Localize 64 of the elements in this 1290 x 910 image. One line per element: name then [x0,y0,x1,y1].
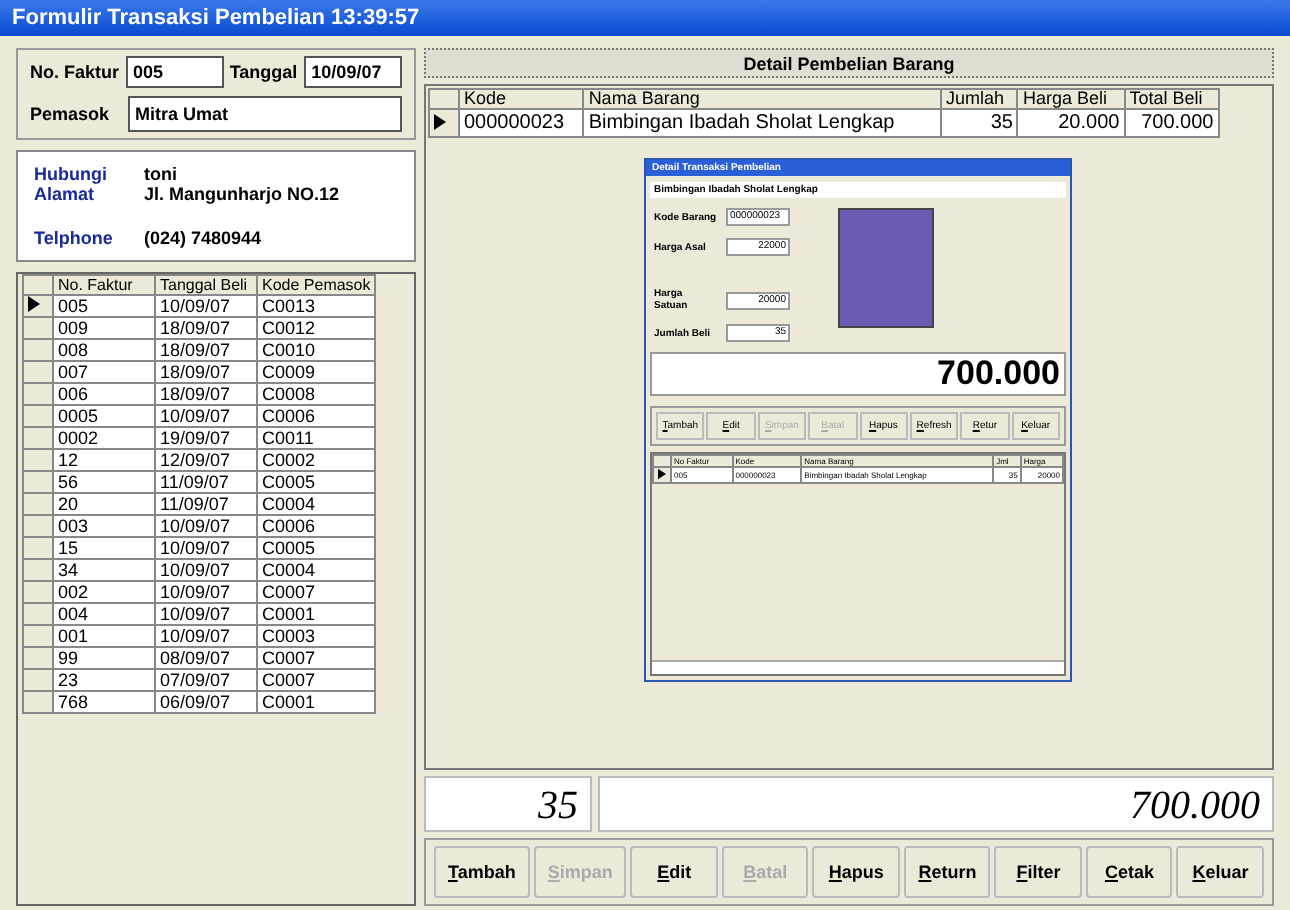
faktur-row[interactable]: 23 07/09/07 C0007 [23,669,376,691]
horizontal-scrollbar[interactable] [652,660,1064,674]
faktur-row[interactable]: 20 11/09/07 C0004 [23,493,376,515]
table-cell: 000000023 [459,109,584,137]
faktur-row[interactable]: 0002 19/09/07 C0011 [23,427,376,449]
row-pointer-icon [434,113,446,129]
faktur-row[interactable]: 99 08/09/07 C0007 [23,647,376,669]
column-header[interactable]: Kode Pemasok [257,275,376,295]
table-cell: 20.000 [1017,109,1125,137]
contact-label: Hubungi [34,164,109,184]
row-pointer-icon [658,468,666,480]
action-button[interactable]: Return [903,846,991,898]
faktur-row[interactable]: 009 18/09/07 C0012 [23,317,376,339]
row-pointer-icon [28,296,40,312]
faktur-row[interactable]: 002 10/09/07 C0007 [23,581,376,603]
detail-header-button[interactable]: Detail Pembelian Barang [424,48,1274,78]
faktur-row[interactable]: 004 10/09/07 C0001 [23,603,376,625]
contact-value: toni [144,164,177,184]
faktur-row[interactable]: 34 10/09/07 C0004 [23,559,376,581]
action-button[interactable]: Filter [994,846,1082,898]
table-cell: 700.000 [1124,109,1219,137]
contact-label: Alamat [34,184,97,204]
amount-display: 700.000 [598,776,1274,832]
faktur-row[interactable]: 15 10/09/07 C0005 [23,537,376,559]
action-button[interactable]: Tambah [434,846,530,898]
column-header[interactable]: Tanggal Beli [155,275,257,295]
faktur-field[interactable]: 005 [125,56,224,88]
contact-value: Jl. Mangunharjo NO.12 [144,184,340,204]
column-header[interactable]: Kode [459,89,584,109]
faktur-label: No. Faktur [30,62,120,82]
faktur-row[interactable]: 0005 10/09/07 C0006 [23,405,376,427]
row-indicator[interactable] [429,109,459,137]
faktur-row[interactable]: 006 18/09/07 C0008 [23,383,376,405]
row-indicator[interactable] [23,295,53,317]
column-header[interactable]: Total Beli [1124,89,1219,109]
table-cell: Bimbingan Ibadah Sholat Lengkap [583,109,941,137]
tanggal-label: Tanggal [229,62,298,82]
pemasok-field[interactable]: Mitra Umat [127,96,402,132]
total-display: 700.000 [650,352,1066,396]
action-button[interactable]: Edit [630,846,718,898]
contact-label: Telphone [34,228,115,248]
faktur-row[interactable]: 003 10/09/07 C0006 [23,515,376,537]
window-title: Formulir Transaksi Pembelian 13:39:57 [0,0,1290,36]
column-header[interactable]: Harga Beli [1017,89,1125,109]
faktur-row[interactable]: 001 10/09/07 C0003 [23,625,376,647]
faktur-row[interactable]: 007 18/09/07 C0009 [23,361,376,383]
contact-value: (024) 7480944 [144,228,262,248]
book-cover-placeholder [838,208,934,328]
faktur-row[interactable]: 008 18/09/07 C0010 [23,339,376,361]
faktur-row[interactable]: 56 11/09/07 C0005 [23,471,376,493]
faktur-row[interactable]: 12 12/09/07 C0002 [23,449,376,471]
tanggal-field[interactable]: 10/09/07 [303,56,402,88]
action-button[interactable]: Cetak [1085,846,1173,898]
action-button[interactable]: Keluar [1176,846,1264,898]
action-button[interactable]: Hapus [812,846,900,898]
pemasok-label: Pemasok [30,104,110,124]
faktur-row[interactable]: 768 06/09/07 C0001 [23,691,376,713]
faktur-row[interactable]: 005 10/09/07 C0013 [23,295,376,317]
quantity-display: 35 [424,776,592,832]
column-header[interactable]: Nama Barang [583,89,941,109]
detail-row[interactable]: 000000023 Bimbingan Ibadah Sholat Lengkap 35 20.000 700.000 [429,109,1219,137]
table-cell: 35 [941,109,1018,137]
column-header[interactable]: Jumlah [941,89,1018,109]
column-header[interactable]: No. Faktur [53,275,155,295]
